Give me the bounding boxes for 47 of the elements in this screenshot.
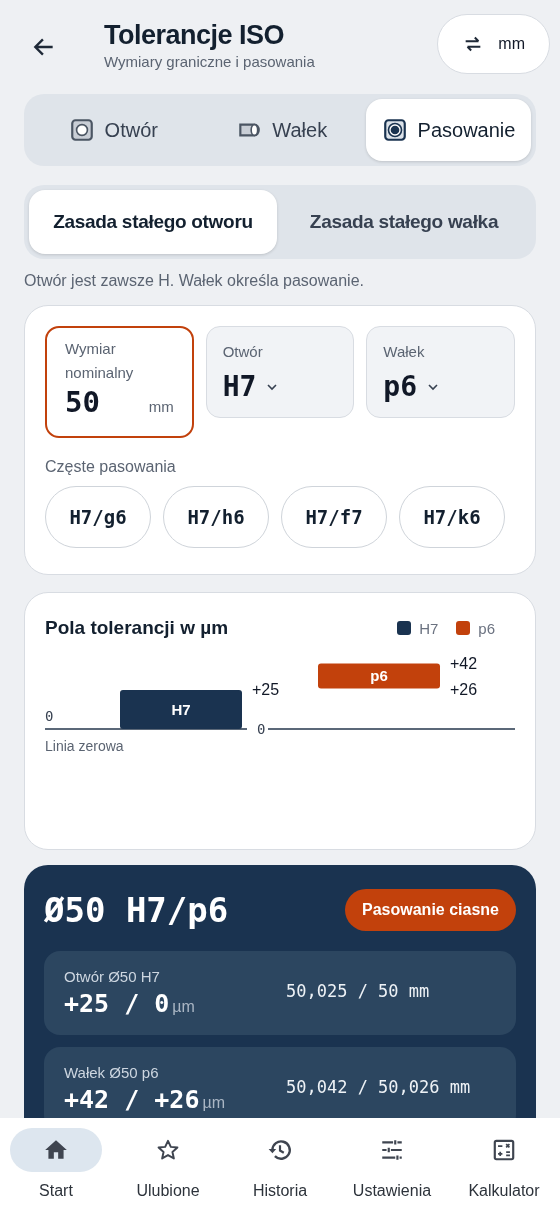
principle-tab[interactable]: Zasada stałego otworu	[29, 190, 277, 254]
field-value: 50	[65, 385, 100, 419]
unit-toggle-button[interactable]: mm	[437, 14, 550, 74]
diagram-title: Pola tolerancji w µm	[45, 617, 229, 639]
fit-designation: Ø50 H7/p6	[44, 890, 229, 930]
sliders-icon	[379, 1137, 405, 1163]
lower-deviation: +26	[450, 681, 478, 699]
nav-item[interactable]: Historia	[224, 1128, 336, 1200]
zero-value: 0	[45, 708, 54, 724]
dropdown-value: p6	[383, 370, 418, 403]
mode-tab[interactable]: Pasowanie	[366, 99, 531, 161]
unit-label: µm	[202, 1094, 225, 1111]
limit-dimensions: 50,025 / 50 mm	[286, 981, 430, 1001]
fit-type-badge: Pasowanie ciasne	[345, 889, 516, 931]
section-label: Częste pasowania	[45, 458, 177, 476]
tolerance-dropdown[interactable]: Otwór H7	[205, 326, 355, 418]
mode-tab[interactable]: Wałek	[197, 99, 366, 161]
screen-title: Tolerancje ISO	[104, 20, 286, 51]
row-label: Otwór Ø50 H7	[64, 968, 161, 985]
upper-deviation: +42	[450, 655, 478, 673]
zero-line-label: Linia zerowa	[45, 738, 124, 754]
unit-label: mm	[148, 398, 174, 415]
history-icon	[267, 1137, 293, 1163]
hole-icon	[68, 117, 95, 143]
nav-item[interactable]: Ulubione	[112, 1128, 224, 1200]
unit-label: µm	[172, 998, 195, 1015]
lower-deviation: 0	[257, 721, 266, 737]
upper-deviation: +25	[252, 681, 280, 698]
nav-item[interactable]: Ustawienia	[336, 1128, 448, 1200]
zone-label: H7	[171, 700, 191, 718]
limit-dimensions: 50,042 / 50,026 mm	[286, 1077, 471, 1097]
deviation-value: +25 / 0	[64, 989, 170, 1018]
mode-tab[interactable]: Otwór	[29, 99, 198, 161]
fit-icon	[381, 117, 408, 143]
row-label: Wałek Ø50 p6	[64, 1064, 160, 1081]
deviation-value: +42 / +26	[64, 1085, 200, 1114]
hint-text: Otwór jest zawsze H. Wałek określa pasowanie.	[24, 272, 365, 291]
principle-tab[interactable]: Zasada stałego wałka	[277, 190, 531, 254]
nominal-size-field[interactable]: Wymiar nominalny 50 mm	[45, 326, 194, 438]
nav-item[interactable]: Kalkulator	[448, 1128, 560, 1200]
legend-label: p6	[478, 619, 495, 637]
calculator-icon	[491, 1137, 517, 1163]
tolerance-dropdown[interactable]: Wałek p6	[366, 326, 515, 418]
legend-label: H7	[419, 619, 439, 637]
dropdown-value: H7	[222, 370, 257, 403]
zone-label: p6	[370, 666, 388, 684]
screen-subtitle: Wymiary graniczne i pasowania	[104, 53, 316, 70]
